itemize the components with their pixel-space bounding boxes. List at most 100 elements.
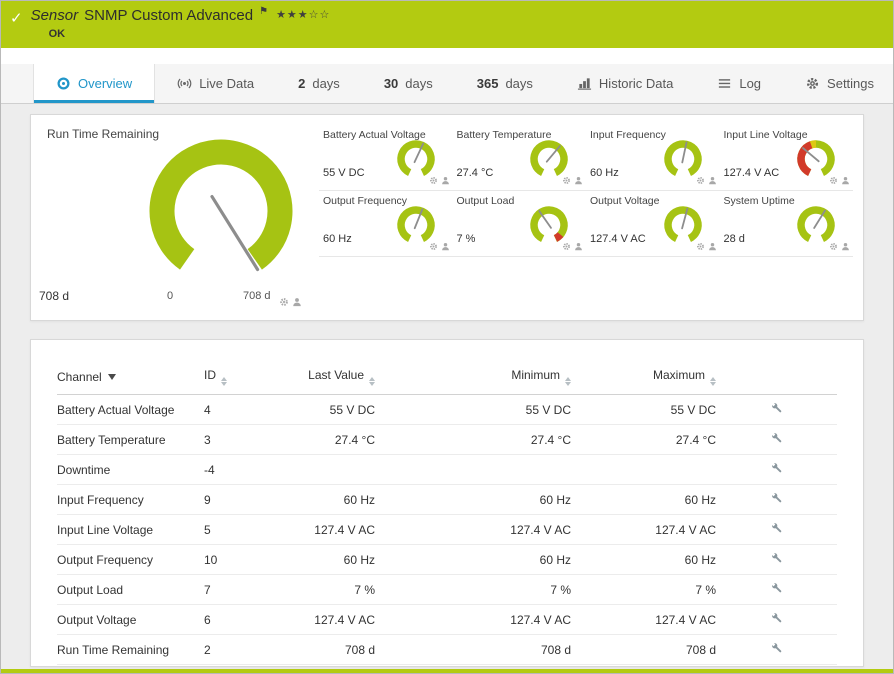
object-kind-label: Sensor	[31, 7, 79, 24]
maximum-cell: 60 Hz	[571, 485, 716, 515]
run-time-remaining-gauge[interactable]	[121, 127, 321, 287]
user-icon[interactable]	[441, 172, 450, 190]
channel-name-cell[interactable]: Input Line Voltage	[57, 515, 204, 545]
gauge-output-frequency[interactable]: Output Frequency 60 Hz	[319, 191, 453, 257]
gauge-value: 60 Hz	[590, 167, 619, 179]
user-icon[interactable]	[708, 238, 717, 256]
maximum-cell: 7 %	[571, 575, 716, 605]
gear-icon[interactable]	[429, 172, 438, 190]
gauge-battery-temperature[interactable]: Battery Temperature 27.4 °C	[453, 125, 587, 191]
tab-settings[interactable]: Settings	[783, 64, 894, 103]
gauge-tools	[696, 238, 717, 256]
gauge-system-uptime[interactable]: System Uptime 28 d	[720, 191, 854, 257]
gear-icon[interactable]	[562, 238, 571, 256]
channel-row: Input Line Voltage 5 127.4 V AC 127.4 V …	[57, 515, 837, 545]
gear-icon[interactable]	[279, 294, 289, 312]
tab-label: days	[505, 76, 532, 91]
gauge-output-load[interactable]: Output Load 7 %	[453, 191, 587, 257]
sensor-status-badge: OK	[49, 28, 331, 40]
tab-365-days[interactable]: 365 days	[455, 64, 555, 103]
column-label: Channel	[57, 370, 102, 384]
tab-live-data[interactable]: Live Data	[155, 64, 276, 103]
channel-settings-wrench-icon[interactable]	[770, 431, 784, 445]
column-header-maximum[interactable]: Maximum	[571, 368, 716, 395]
gear-icon[interactable]	[829, 238, 838, 256]
tab-30-days[interactable]: 30 days	[362, 64, 455, 103]
sensor-header-text: Sensor SNMP Custom Advanced ⚑ ★★★☆☆ OK	[31, 7, 331, 40]
channel-settings-wrench-icon[interactable]	[770, 521, 784, 535]
tab-bar: Overview Live Data 2 days 30 days 365 da…	[0, 64, 894, 104]
channel-settings-wrench-icon[interactable]	[770, 401, 784, 415]
priority-stars[interactable]: ★★★☆☆	[276, 8, 330, 21]
sort-descending-icon	[108, 374, 116, 380]
minimum-cell: 7 %	[375, 575, 571, 605]
gauge-scale-min: 0	[167, 290, 173, 302]
last-value-cell: 60 Hz	[303, 545, 375, 575]
gear-icon[interactable]	[562, 172, 571, 190]
maximum-cell: 55 V DC	[571, 395, 716, 425]
column-header-id[interactable]: ID	[204, 368, 303, 395]
channel-settings-wrench-icon[interactable]	[770, 641, 784, 655]
channel-name-cell[interactable]: Run Time Remaining	[57, 635, 204, 665]
user-icon[interactable]	[841, 172, 850, 190]
tab-overview[interactable]: Overview	[33, 64, 155, 103]
channel-settings-wrench-icon[interactable]	[770, 491, 784, 505]
user-icon[interactable]	[708, 172, 717, 190]
user-icon[interactable]	[841, 238, 850, 256]
column-label: Minimum	[511, 368, 560, 382]
maximum-cell: 127.4 V AC	[571, 605, 716, 635]
channel-name-cell[interactable]: Output Voltage	[57, 605, 204, 635]
minimum-cell: 55 V DC	[375, 395, 571, 425]
channel-settings-wrench-icon[interactable]	[770, 611, 784, 625]
gear-icon[interactable]	[429, 238, 438, 256]
gauge-label: Output Voltage	[590, 195, 659, 207]
channel-settings-wrench-icon[interactable]	[770, 581, 784, 595]
gauge-label: Output Load	[457, 195, 515, 207]
channel-name-cell[interactable]: Battery Actual Voltage	[57, 395, 204, 425]
channels-panel: Channel ID Last Value Minimum Maximum Ba…	[30, 339, 864, 667]
gear-icon[interactable]	[829, 172, 838, 190]
channel-name-cell[interactable]: Input Frequency	[57, 485, 204, 515]
gear-icon[interactable]	[696, 238, 705, 256]
gauge-value: 127.4 V AC	[590, 233, 646, 245]
column-header-last-value[interactable]: Last Value	[303, 368, 375, 395]
user-icon[interactable]	[574, 238, 583, 256]
gear-icon[interactable]	[696, 172, 705, 190]
channel-settings-wrench-icon[interactable]	[770, 461, 784, 475]
column-header-channel[interactable]: Channel	[57, 368, 204, 395]
gauge-input-line-voltage[interactable]: Input Line Voltage 127.4 V AC	[720, 125, 854, 191]
footer-accent-bar	[0, 669, 894, 674]
column-label: ID	[204, 368, 216, 382]
tab-label: Historic Data	[599, 76, 673, 91]
minimum-cell: 60 Hz	[375, 545, 571, 575]
flag-icon[interactable]: ⚑	[259, 6, 268, 17]
user-icon[interactable]	[441, 238, 450, 256]
last-value-cell: 708 d	[303, 635, 375, 665]
tab-label: days	[312, 76, 339, 91]
user-icon[interactable]	[292, 294, 302, 312]
maximum-cell: 60 Hz	[571, 545, 716, 575]
channel-name-cell[interactable]: Battery Temperature	[57, 425, 204, 455]
last-value-cell	[303, 455, 375, 485]
gauge-tools	[562, 238, 583, 256]
user-icon[interactable]	[574, 172, 583, 190]
channel-name-cell[interactable]: Output Load	[57, 575, 204, 605]
gauge-label: Input Frequency	[590, 129, 666, 141]
gauge-input-frequency[interactable]: Input Frequency 60 Hz	[586, 125, 720, 191]
tab-historic-data[interactable]: Historic Data	[555, 64, 695, 103]
gauge-output-voltage[interactable]: Output Voltage 127.4 V AC	[586, 191, 720, 257]
gauge-battery-actual-voltage[interactable]: Battery Actual Voltage 55 V DC	[319, 125, 453, 191]
channel-row: Output Frequency 10 60 Hz 60 Hz 60 Hz	[57, 545, 837, 575]
channel-name-cell[interactable]: Output Frequency	[57, 545, 204, 575]
gauge-tools	[829, 238, 850, 256]
channel-settings-wrench-icon[interactable]	[770, 551, 784, 565]
minimum-cell: 127.4 V AC	[375, 605, 571, 635]
tab-log[interactable]: Log	[695, 64, 783, 103]
gauge-tools	[429, 172, 450, 190]
channel-name-cell[interactable]: Downtime	[57, 455, 204, 485]
sensor-title: SNMP Custom Advanced	[84, 7, 253, 24]
tab-label: Overview	[78, 76, 132, 91]
column-header-minimum[interactable]: Minimum	[375, 368, 571, 395]
tab-2-days[interactable]: 2 days	[276, 64, 362, 103]
channel-row: Output Load 7 7 % 7 % 7 %	[57, 575, 837, 605]
